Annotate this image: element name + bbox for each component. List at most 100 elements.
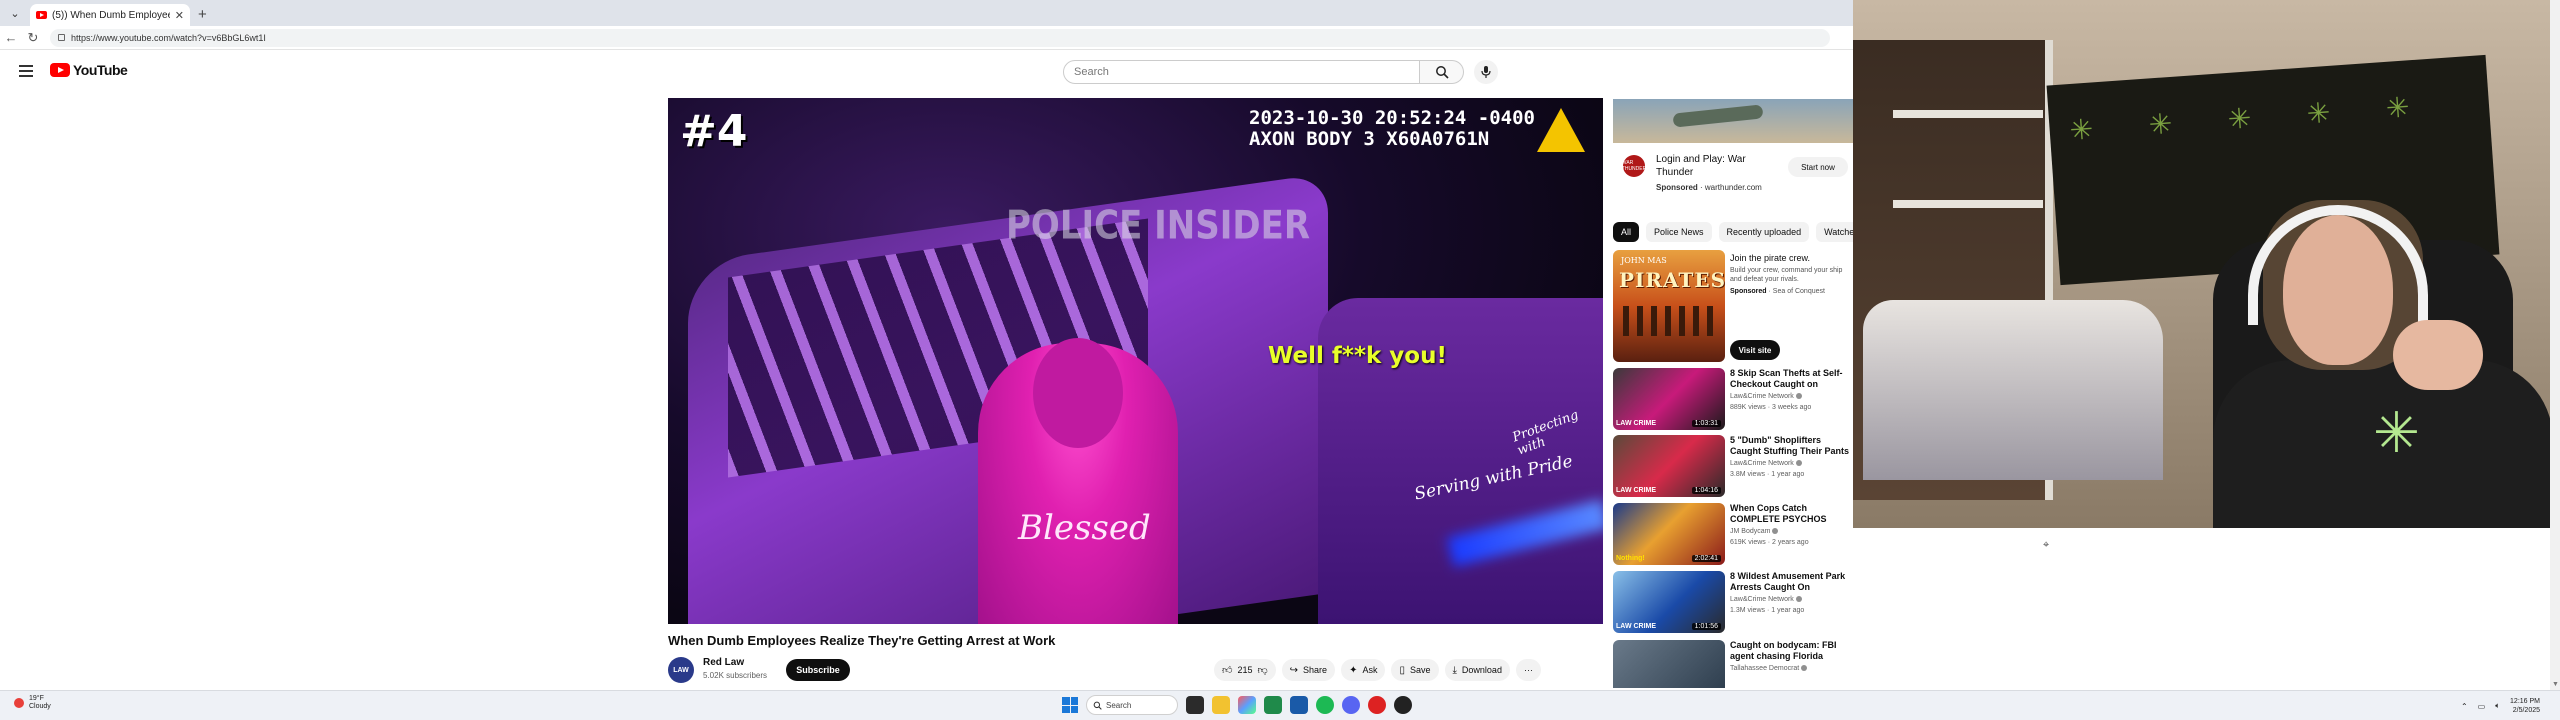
windows-start-icon[interactable] [1062, 697, 1078, 713]
top-ad[interactable]: WAR THUNDER Login and Play: War Thunder … [1613, 143, 1853, 199]
video-title[interactable]: 5 "Dumb" Shoplifters Caught Stuffing The… [1730, 435, 1852, 457]
ask-button[interactable]: ✦ Ask [1341, 659, 1386, 681]
hamburger-menu-icon[interactable] [19, 65, 33, 77]
edge-browser-icon[interactable] [1264, 696, 1282, 714]
video-meta: 619K views · 2 years ago [1730, 539, 1809, 546]
channel-name-text: Law&Crime Network [1730, 596, 1794, 603]
task-view-icon[interactable] [1186, 696, 1204, 714]
voice-search-button[interactable] [1474, 60, 1498, 84]
tab-youtube[interactable]: (5)) When Dumb Employees ✕ [30, 4, 190, 26]
chrome-icon[interactable] [1368, 696, 1386, 714]
tray-overflow-icon[interactable]: ⌃ [2461, 702, 2468, 711]
sparkle-icon: ✦ [1349, 664, 1358, 676]
url-field[interactable]: https://www.youtube.com/watch?v=v6BbGL6w… [50, 28, 1830, 47]
weather-condition: Cloudy [29, 703, 51, 710]
store-icon[interactable] [1290, 696, 1308, 714]
video-duration: 1:01:56 [1691, 623, 1721, 630]
clock-time: 12:16 PM [2510, 698, 2540, 705]
taskbar-apps: Search [1062, 695, 1412, 715]
youtube-header: YouTube Search [0, 50, 1853, 94]
channel-name[interactable]: Red Law [703, 657, 744, 668]
start-now-button[interactable]: Start now [1788, 157, 1848, 177]
page-scrollbar[interactable]: ▼ [2550, 0, 2560, 690]
video-meta: 1.3M views · 1 year ago [1730, 607, 1805, 614]
discord-icon[interactable] [1342, 696, 1360, 714]
video-thumbnail[interactable]: LAW CRIME 1:01:56 [1613, 571, 1725, 633]
recommended-video[interactable]: Caught on bodycam: FBI agent chasing Flo… [1613, 640, 1853, 688]
thumbs-down-icon[interactable]: 👎︎ [1257, 664, 1267, 676]
channel-avatar[interactable]: LAW [668, 657, 694, 683]
game-thumb-art [1623, 306, 1713, 336]
video-player[interactable]: Blessed #4 2023-10-30 20:52:24 -0400 AXO… [668, 98, 1603, 624]
ask-label: Ask [1362, 665, 1378, 675]
like-button[interactable]: 👍︎ 215 👎︎ [1214, 659, 1276, 681]
youtube-logo[interactable]: YouTube [50, 62, 128, 78]
chip-all[interactable]: All [1613, 222, 1640, 242]
video-thumbnail[interactable]: LAW CRIME 1:04:16 [1613, 435, 1725, 497]
search-input[interactable]: Search [1063, 60, 1420, 84]
download-icon: ⤓ [1452, 664, 1457, 676]
share-button[interactable]: ↪ Share [1281, 659, 1336, 681]
channel-name[interactable]: JM Bodycam [1730, 528, 1779, 535]
scroll-down-icon[interactable]: ▼ [2552, 681, 2559, 688]
tab-close-icon[interactable]: ✕ [175, 9, 184, 22]
weather-widget[interactable]: 19°F Cloudy [14, 695, 51, 711]
taskbar-search-label: Search [1106, 700, 1132, 710]
channel-name[interactable]: Law&Crime Network [1730, 460, 1802, 467]
spotify-icon[interactable] [1316, 696, 1334, 714]
chip-recently-uploaded[interactable]: Recently uploaded [1718, 222, 1810, 242]
filter-chips: All Police News Recently uploaded Watche… [1613, 222, 1868, 242]
channel-name[interactable]: Tallahassee Democrat [1730, 665, 1808, 672]
video-camera-id: AXON BODY 3 X60A0761N [1249, 128, 1490, 150]
game-ad-desc: Build your crew, command your ship and d… [1730, 267, 1843, 283]
channel-name[interactable]: Law&Crime Network [1730, 596, 1802, 603]
chip-police-news[interactable]: Police News [1646, 222, 1712, 242]
search-button[interactable] [1420, 60, 1464, 84]
file-explorer-icon[interactable] [1212, 696, 1230, 714]
video-meta: 889K views · 3 weeks ago [1730, 404, 1812, 411]
video-thumbnail[interactable] [1613, 640, 1725, 688]
video-thumbnail[interactable]: LAW CRIME 1:03:31 [1613, 368, 1725, 430]
recommended-video[interactable]: LAW CRIME 1:03:31 8 Skip Scan Thefts at … [1613, 368, 1853, 432]
visit-site-button[interactable]: Visit site [1730, 340, 1780, 360]
more-actions-button[interactable]: ··· [1515, 659, 1541, 681]
sponsored-game-ad[interactable]: JOHN MAS PIRATES Join the pirate crew. B… [1613, 250, 1853, 365]
back-icon[interactable]: ← [0, 30, 22, 45]
network-icon[interactable]: ▭ [2478, 702, 2486, 711]
video-title[interactable]: Caught on bodycam: FBI agent chasing Flo… [1730, 640, 1852, 662]
game-ad-thumbnail[interactable]: JOHN MAS PIRATES [1613, 250, 1725, 362]
video-actions: 👍︎ 215 👎︎ ↪ Share ✦ Ask ▯ Save ⤓ Downloa… [1214, 659, 1541, 681]
clock[interactable]: 12:16 PM 2/5/2025 [2510, 697, 2540, 715]
new-tab-button[interactable]: + [198, 6, 207, 23]
video-title[interactable]: When Cops Catch COMPLETE PSYCHOS [1730, 503, 1852, 525]
video-thumbnail[interactable]: Nothing! 2:02:41 [1613, 503, 1725, 565]
search-icon [1435, 66, 1449, 79]
recommended-video[interactable]: LAW CRIME 1:04:16 5 "Dumb" Shoplifters C… [1613, 435, 1853, 499]
subscriber-count: 5.02K subscribers [703, 671, 768, 680]
lock-icon [58, 34, 65, 41]
bookmark-icon: ▯ [1399, 664, 1405, 676]
like-count: 215 [1237, 665, 1253, 675]
obs-icon[interactable] [1394, 696, 1412, 714]
channel-name[interactable]: Law&Crime Network [1730, 393, 1802, 400]
reload-icon[interactable]: ↻ [22, 30, 44, 46]
download-button[interactable]: ⤓ Download [1444, 659, 1510, 681]
video-title[interactable]: 8 Wildest Amusement Park Arrests Caught … [1730, 571, 1852, 593]
ad-sponsored: Sponsored · warthunder.com [1656, 183, 1762, 192]
game-ad-sponsored-label: Sponsored [1730, 288, 1767, 295]
video-title[interactable]: 8 Skip Scan Thefts at Self-Checkout Caug… [1730, 368, 1852, 390]
microphone-icon [1481, 66, 1491, 78]
subscribe-button[interactable]: Subscribe [786, 659, 850, 681]
game-ad-sponsor: Sponsored · Sea of Conquest [1730, 288, 1825, 295]
ad-banner-image[interactable] [1613, 99, 1853, 143]
video-duration: 1:04:16 [1691, 487, 1721, 494]
copilot-icon[interactable] [1238, 696, 1256, 714]
volume-icon[interactable]: 🔈︎ [2495, 701, 2500, 711]
recommended-video[interactable]: Nothing! 2:02:41 When Cops Catch COMPLET… [1613, 503, 1853, 567]
tab-list-icon[interactable]: ⌄ [4, 2, 26, 24]
save-button[interactable]: ▯ Save [1391, 659, 1439, 681]
recommended-video[interactable]: LAW CRIME 1:01:56 8 Wildest Amusement Pa… [1613, 571, 1882, 635]
taskbar-search[interactable]: Search [1086, 695, 1178, 715]
windows-taskbar: 19°F Cloudy Search ⌃ ▭ 🔈︎ 12:16 PM 2/5/2… [0, 690, 2560, 720]
weather-icon [14, 698, 24, 708]
